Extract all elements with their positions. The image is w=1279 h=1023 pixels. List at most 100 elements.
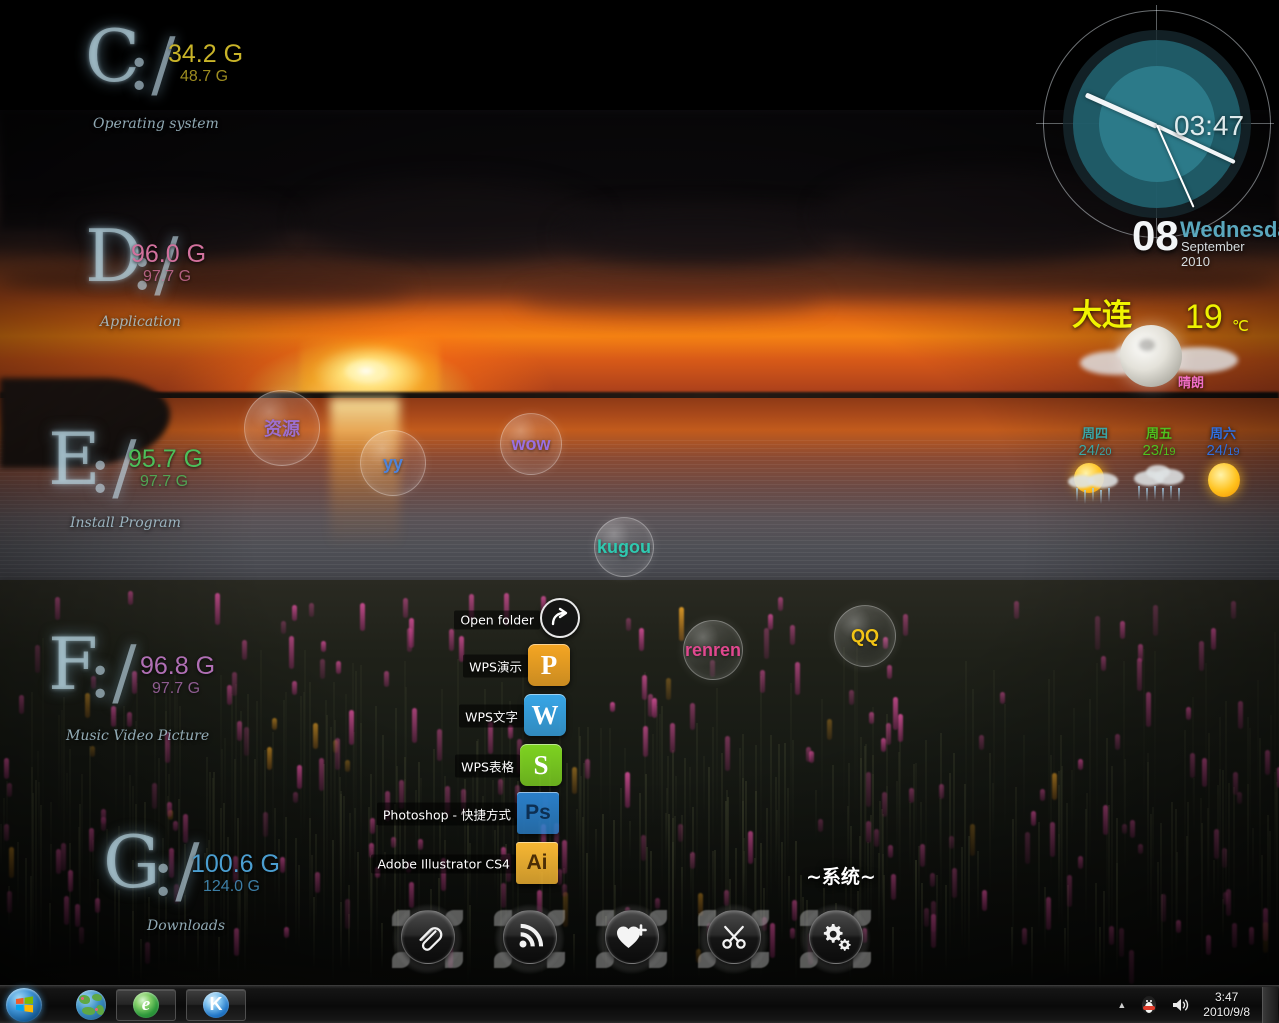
drive-total-space: 97.7 G bbox=[143, 268, 192, 285]
wallpaper-sun bbox=[345, 360, 387, 382]
dock-item-settings[interactable] bbox=[798, 900, 873, 978]
forecast-low: 19 bbox=[1227, 446, 1240, 458]
drive-label: Application bbox=[100, 314, 181, 330]
sun-cloud-rain-icon bbox=[1068, 461, 1122, 504]
wps-writer-icon[interactable]: W bbox=[524, 694, 566, 736]
moon-icon bbox=[1120, 325, 1182, 387]
desktop-icon-label: WPS演示 bbox=[463, 654, 528, 678]
drive-free-space: 100.6 G bbox=[191, 850, 280, 878]
drive-free-space: 34.2 G bbox=[168, 40, 244, 68]
tray-time: 3:47 bbox=[1214, 989, 1239, 1004]
forecast-day-1[interactable]: 周五 23/19 bbox=[1126, 423, 1192, 502]
globe-icon[interactable] bbox=[76, 989, 106, 1020]
bubble-label: 资源 bbox=[264, 419, 300, 439]
bubble-label: QQ bbox=[850, 625, 879, 646]
desktop: C :/ 34.2 G 48.7 G Operating system D :/… bbox=[0, 0, 1279, 1023]
sun-icon bbox=[1196, 461, 1250, 501]
bubble-label: kugou bbox=[597, 536, 651, 557]
chevron-up-icon: ▲ bbox=[1117, 999, 1127, 1010]
drive-total-space: 97.7 G bbox=[140, 473, 189, 490]
tray-date: 2010/9/8 bbox=[1203, 1004, 1250, 1019]
bubble-shortcut-QQ[interactable]: QQ bbox=[834, 605, 896, 667]
bubble-shortcut-wow[interactable]: wow bbox=[500, 413, 562, 475]
rss-icon[interactable] bbox=[503, 910, 557, 964]
weather-condition: 晴朗 bbox=[1178, 375, 1205, 390]
desktop-icon-label: WPS文字 bbox=[459, 704, 524, 728]
desktop-icon-illustrator[interactable]: Adobe Illustrator CS4 Ai bbox=[371, 842, 562, 886]
bubble-shortcut-yy[interactable]: yy bbox=[360, 430, 426, 496]
desktop-icon-wps-spreadsheet[interactable]: WPS表格 S bbox=[455, 744, 566, 788]
wallpaper-cloud bbox=[560, 206, 840, 264]
system-folder-label[interactable]: ~系统~ bbox=[806, 862, 876, 889]
drive-label: Install Program bbox=[70, 515, 181, 531]
dock-item-rss[interactable] bbox=[492, 900, 567, 978]
drive-free-space: 95.7 G bbox=[128, 445, 204, 473]
photoshop-icon[interactable]: Ps bbox=[517, 792, 559, 834]
show-desktop-button[interactable] bbox=[1262, 986, 1278, 1023]
tray-clock[interactable]: 3:47 2010/9/8 bbox=[1203, 990, 1250, 1020]
illustrator-icon[interactable]: Ai bbox=[516, 842, 558, 884]
tray-icon-volume[interactable] bbox=[1172, 997, 1190, 1013]
forecast-high: 24 bbox=[1206, 442, 1224, 459]
forecast-day-0[interactable]: 周四 24/20 bbox=[1062, 423, 1128, 504]
gears-icon[interactable] bbox=[809, 910, 863, 964]
wallpaper-cloud bbox=[300, 180, 600, 260]
drive-total-space: 48.7 G bbox=[180, 68, 229, 85]
drive-free-space: 96.0 G bbox=[131, 240, 207, 268]
forecast-day-name: 周四 bbox=[1081, 426, 1108, 441]
scissors-icon[interactable] bbox=[707, 910, 761, 964]
forecast-day-name: 周六 bbox=[1209, 426, 1236, 441]
weather-city: 大连 bbox=[1072, 299, 1132, 332]
forecast-low: 19 bbox=[1163, 446, 1176, 458]
bubble-label: wow bbox=[511, 433, 551, 454]
open-folder-arrow-icon[interactable] bbox=[540, 598, 580, 638]
desktop-icon-label: WPS表格 bbox=[455, 754, 520, 778]
bubble-shortcut-kugou[interactable]: kugou bbox=[594, 517, 654, 577]
taskbar-button-kingsoft[interactable]: K bbox=[186, 988, 246, 1021]
forecast-day-2[interactable]: 周六 24/19 bbox=[1190, 423, 1256, 497]
qq-penguin-icon bbox=[1140, 995, 1158, 1015]
clock-digital-time: 03:47 bbox=[1174, 110, 1245, 141]
rain-icon bbox=[1132, 461, 1186, 502]
desktop-icon-photoshop[interactable]: Photoshop - 快捷方式 Ps bbox=[376, 792, 563, 836]
wps-presentation-icon[interactable]: P bbox=[528, 644, 570, 686]
tray-overflow-arrow[interactable]: ▲ bbox=[1117, 1000, 1126, 1010]
taskbar-button-internet-explorer[interactable]: e bbox=[116, 988, 176, 1021]
desktop-icon-label: Adobe Illustrator CS4 bbox=[371, 854, 516, 874]
taskbar: e K ▲ 3:47 2010/9/8 bbox=[0, 985, 1279, 1023]
heart-plus-icon[interactable] bbox=[605, 910, 659, 964]
desktop-icon-label: Open folder bbox=[454, 610, 540, 630]
dock-item-screenshot[interactable] bbox=[696, 900, 771, 978]
forecast-high: 23 bbox=[1142, 442, 1160, 459]
tray-icon-qq[interactable] bbox=[1140, 995, 1158, 1015]
drive-total-space: 124.0 G bbox=[203, 878, 260, 895]
drive-free-space: 96.8 G bbox=[140, 652, 216, 680]
bubble-shortcut-资源[interactable]: 资源 bbox=[244, 390, 320, 466]
desktop-icon-wps-writer[interactable]: WPS文字 W bbox=[459, 694, 570, 738]
desktop-icon-open-folder-arrow[interactable]: Open folder bbox=[454, 598, 586, 642]
paperclip-icon[interactable] bbox=[401, 910, 455, 964]
drive-letter: G bbox=[103, 820, 160, 904]
forecast-low: 20 bbox=[1099, 446, 1112, 458]
wallpaper-cloud bbox=[520, 282, 820, 316]
system-tray: ▲ 3:47 2010/9/8 bbox=[1110, 986, 1279, 1023]
wps-spreadsheet-icon[interactable]: S bbox=[520, 744, 562, 786]
desktop-dock bbox=[390, 900, 873, 985]
drive-label: Music Video Picture bbox=[66, 728, 210, 744]
desktop-icon-label: Photoshop - 快捷方式 bbox=[376, 802, 517, 826]
start-button[interactable] bbox=[6, 987, 42, 1022]
dock-item-add-favorite[interactable] bbox=[594, 900, 669, 978]
clock-gadget[interactable]: 03:47 08 Wednesday September 2010 bbox=[1036, 5, 1279, 269]
bubble-shortcut-renren[interactable]: renren bbox=[683, 620, 743, 680]
drive-slash-icon: :/ bbox=[88, 630, 137, 714]
drive-total-space: 97.7 G bbox=[152, 680, 201, 697]
kingsoft-k-icon: K bbox=[203, 991, 229, 1018]
drive-label: Downloads bbox=[147, 918, 226, 934]
calendar-month-year: September 2010 bbox=[1181, 239, 1245, 269]
weather-gadget[interactable]: 大连 19 ℃ 晴朗 周四 24/20 周五 23/19 周六 24/19 bbox=[1060, 285, 1279, 510]
calendar-day-number: 08 bbox=[1132, 212, 1179, 259]
bubble-label: yy bbox=[382, 452, 404, 473]
dock-item-paperclip[interactable] bbox=[390, 900, 465, 978]
internet-explorer-icon: e bbox=[133, 991, 159, 1018]
desktop-icon-wps-presentation[interactable]: WPS演示 P bbox=[463, 644, 574, 688]
